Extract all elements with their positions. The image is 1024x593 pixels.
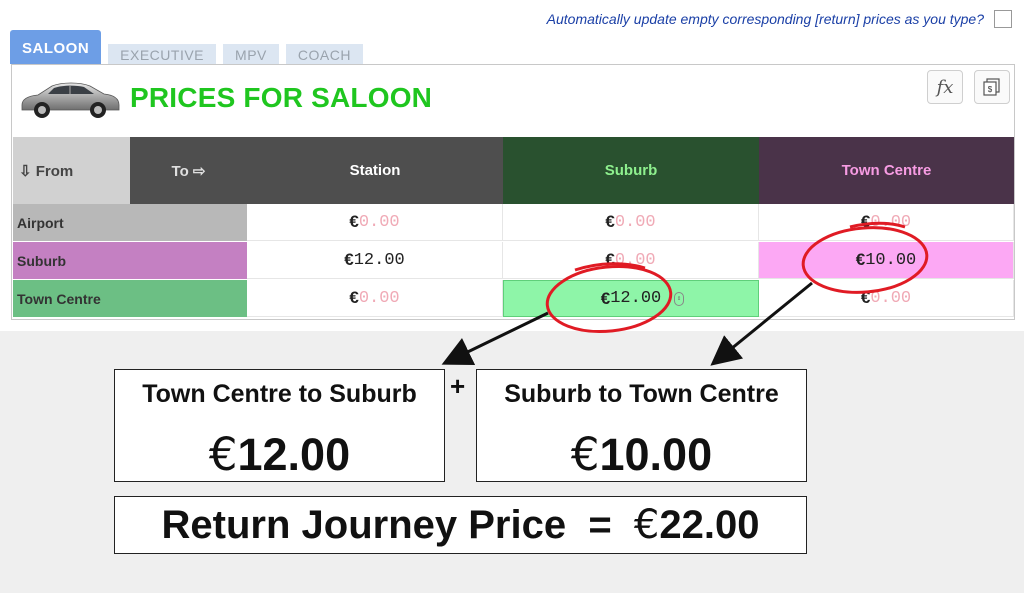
table-row-airport: Airport €0.00 €0.00 €0.00 xyxy=(13,204,1014,242)
price-cell[interactable]: €10.00 xyxy=(759,242,1014,279)
price-cell[interactable]: €0.00 xyxy=(503,204,759,241)
currency-symbol: € xyxy=(605,212,615,231)
return-journey-price-box: Return Journey Price = €22.00 xyxy=(114,496,807,554)
price-input-focused[interactable]: €12.00 ⇕ xyxy=(503,280,759,317)
currency-symbol: € xyxy=(349,288,359,307)
formula-button[interactable]: 𝑓x xyxy=(927,70,963,104)
prices-panel: PRICES FOR SALOON 𝑓x $ ⇩ From To ⇨ Stati… xyxy=(11,64,1015,320)
to-header: To ⇨ xyxy=(130,137,247,204)
price-cell[interactable]: €0.00 xyxy=(247,204,503,241)
currency-symbol: € xyxy=(605,250,615,269)
plus-sign: + xyxy=(450,371,466,401)
from-header: ⇩ From xyxy=(13,137,130,204)
row-label-airport: Airport xyxy=(13,204,247,241)
table-row-suburb: Suburb €12.00 €0.00 €10.00 xyxy=(13,242,1014,280)
currency-symbol: € xyxy=(860,212,871,231)
price-value: 0.00 xyxy=(614,250,656,270)
euro-symbol: € xyxy=(570,428,600,481)
row-label-town-centre: Town Centre xyxy=(13,280,247,317)
price-value: 12.00 xyxy=(610,289,662,308)
vehicle-tabs: SALOON EXECUTIVE MPV COACH xyxy=(10,30,363,64)
summary-box-amount: €10.00 xyxy=(477,428,806,481)
currency-symbol: € xyxy=(600,288,611,308)
currency-symbol: € xyxy=(349,212,359,231)
row-label-suburb: Suburb xyxy=(13,242,247,279)
tab-mpv[interactable]: MPV xyxy=(223,44,279,64)
price-cell[interactable]: €0.00 xyxy=(247,280,503,317)
saloon-car-icon xyxy=(21,82,120,118)
price-value: 0.00 xyxy=(358,212,400,232)
euro-symbol: € xyxy=(633,502,660,548)
price-value: 10.00 xyxy=(865,250,917,270)
column-header-suburb: Suburb xyxy=(503,137,759,204)
calculator-button[interactable]: $ xyxy=(974,70,1010,104)
summary-box-amount: €12.00 xyxy=(115,428,444,481)
price-value: 0.00 xyxy=(870,288,912,308)
summary-box-town-centre-to-suburb: Town Centre to Suburb €12.00 xyxy=(114,369,445,482)
summary-box-title: Town Centre to Suburb xyxy=(142,380,417,408)
column-header-station: Station xyxy=(247,137,503,204)
svg-text:$: $ xyxy=(988,85,993,94)
return-journey-label: Return Journey Price = xyxy=(161,502,634,547)
price-cell[interactable]: €12.00 xyxy=(247,242,503,279)
auto-update-label: Automatically update empty corresponding… xyxy=(546,11,984,27)
price-value: 0.00 xyxy=(358,288,400,308)
tab-executive[interactable]: EXECUTIVE xyxy=(108,44,217,64)
price-value: 12.00 xyxy=(353,250,405,270)
column-header-town-centre: Town Centre xyxy=(759,137,1014,204)
auto-update-option: Automatically update empty corresponding… xyxy=(547,10,1012,28)
amount-value: 10.00 xyxy=(599,429,713,480)
currency-symbol: € xyxy=(344,250,354,269)
price-value: 0.00 xyxy=(870,212,912,232)
summary-box-title: Suburb to Town Centre xyxy=(504,380,779,408)
stepper-icon[interactable]: ⇕ xyxy=(674,291,684,306)
auto-update-checkbox[interactable] xyxy=(994,10,1012,28)
panel-header: PRICES FOR SALOON xyxy=(18,75,432,121)
table-row-town-centre: Town Centre €0.00 €12.00 ⇕ €0.00 xyxy=(13,280,1014,318)
calculator-icon: $ xyxy=(983,78,1000,96)
summary-box-suburb-to-town-centre: Suburb to Town Centre €10.00 xyxy=(476,369,807,482)
currency-symbol: € xyxy=(860,288,871,307)
tab-coach[interactable]: COACH xyxy=(285,44,363,64)
panel-title: PRICES FOR SALOON xyxy=(130,82,433,113)
price-cell[interactable]: €0.00 xyxy=(759,204,1014,241)
currency-symbol: € xyxy=(855,250,866,269)
formula-icon: 𝑓x xyxy=(936,76,954,98)
price-cell[interactable]: €0.00 xyxy=(759,280,1014,317)
price-value: 0.00 xyxy=(614,212,656,232)
tab-saloon[interactable]: SALOON xyxy=(10,30,102,64)
return-journey-amount: 22.00 xyxy=(659,502,760,547)
price-cell[interactable]: €0.00 xyxy=(503,242,759,279)
amount-value: 12.00 xyxy=(237,429,351,480)
euro-symbol: € xyxy=(208,428,238,481)
